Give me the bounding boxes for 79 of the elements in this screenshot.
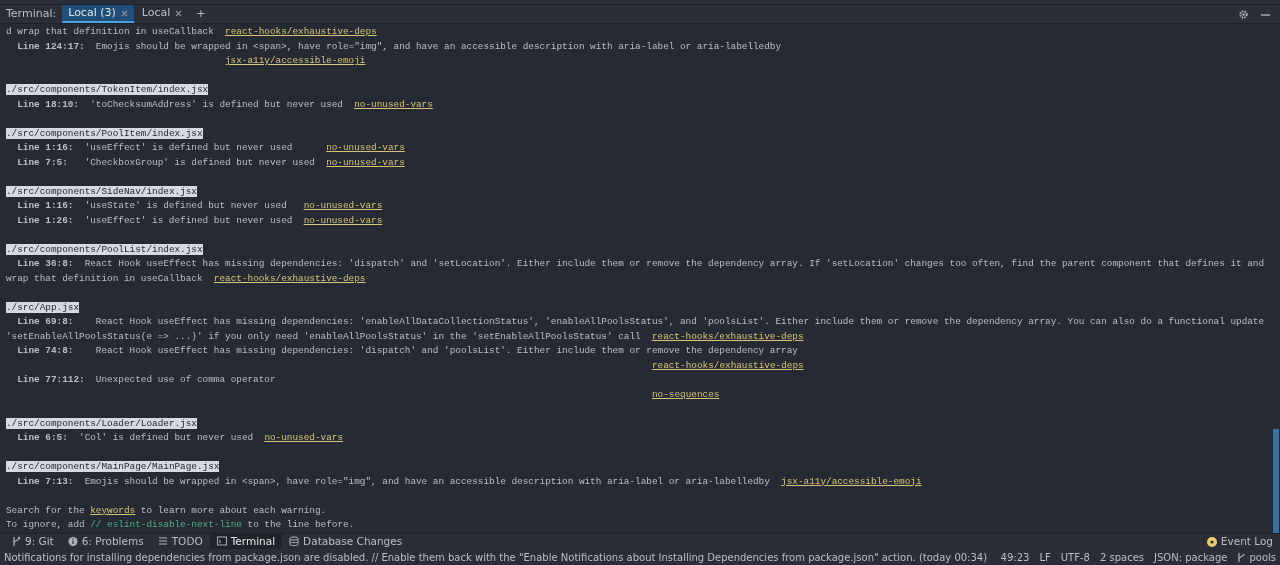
close-icon xyxy=(120,9,128,17)
rule-link[interactable]: react-hooks/exhaustive-deps xyxy=(651,330,804,342)
rule-link[interactable]: no-unused-vars xyxy=(303,200,383,211)
terminal-text: Emojis should be wrapped in <span>, have role="img", and have an accessible description with aria-label or aria-labelledby xyxy=(95,40,782,52)
notification-message: Notifications for installing dependencies from package.json are disabled. // Enable them back with the "Enable Notifications about Installing Dependencies from package.json" action. (today 00:34) xyxy=(4,550,989,565)
terminal-text: d wrap that definition in useCallback xyxy=(6,26,215,37)
line-number-label: Line 7:5: xyxy=(17,156,69,168)
database-icon xyxy=(289,536,300,547)
status-item[interactable]: JSON: package xyxy=(1154,549,1228,565)
rule-link[interactable]: react-hooks/exhaustive-deps xyxy=(225,26,377,37)
file-path: ./src/components/TokenItem/index.jsx xyxy=(6,84,209,95)
list-icon xyxy=(157,536,168,547)
rule-link[interactable]: no-unused-vars xyxy=(326,142,405,153)
terminal-text: Unexpected use of comma operator xyxy=(95,374,276,385)
terminal-icon xyxy=(216,536,227,547)
branch-icon xyxy=(11,536,21,547)
terminal-tab[interactable]: Local (3) xyxy=(62,5,134,23)
close-icon xyxy=(175,9,183,17)
line-number-label: Line 1:16: xyxy=(17,142,75,153)
rule-link[interactable]: jsx-a11y/accessible-emoji xyxy=(225,55,366,66)
terminal-tab[interactable]: Local xyxy=(135,5,189,23)
branch-widget[interactable]: pools xyxy=(1237,549,1276,565)
line-number-label: Line 1:26: xyxy=(17,214,75,226)
terminal-text: 'setEnableAllPoolsStatus(e => ...)' if you only need 'enableAllPoolsStatus' in the 'setEnableAllPoolsStatus' call xyxy=(6,330,642,342)
status-item[interactable]: 49:23 xyxy=(1000,549,1030,565)
terminal-text: Search for the xyxy=(6,504,86,516)
terminal-text: React Hook useEffect has missing dependencies: 'dispatch' and 'poolsList'. Either include them or remove the dependency array xyxy=(95,345,798,356)
file-path: ./src/components/MainPage/MainPage.jsx xyxy=(6,461,220,472)
tool-window-button[interactable]: TODO xyxy=(150,534,210,549)
code-comment: // eslint-disable-next-line xyxy=(90,519,242,530)
rule-link[interactable]: no-unused-vars xyxy=(303,214,383,226)
tool-window-button[interactable]: 6: Problems xyxy=(60,534,151,549)
branch-icon xyxy=(1237,552,1247,562)
terminal-text: wrap that definition in useCallback xyxy=(6,272,204,284)
terminal-text: 'Col' is defined but never used xyxy=(79,432,255,443)
file-path: ./src/components/Loader/Loader.jsx xyxy=(6,417,197,429)
terminal-text: 'useState' is defined but never used xyxy=(84,200,288,211)
settings-icon xyxy=(1238,8,1249,20)
terminal-text: to the line before. xyxy=(246,519,355,530)
status-item[interactable]: LF xyxy=(1039,549,1051,565)
rule-link[interactable]: jsx-a11y/accessible-emoji xyxy=(781,475,922,487)
file-path: ./src/components/PoolList/index.jsx xyxy=(6,243,203,255)
line-number-label: Line 7:13: xyxy=(17,475,75,487)
scrollbar-thumb[interactable] xyxy=(1273,429,1279,533)
tool-window-button[interactable]: 9: Git xyxy=(4,534,61,549)
rule-link[interactable]: no-unused-vars xyxy=(264,432,343,443)
rule-link[interactable]: no-unused-vars xyxy=(354,98,433,110)
rule-link[interactable]: keywords xyxy=(90,504,136,516)
line-number-label: Line 6:5: xyxy=(17,432,69,443)
terminal-text: 'useEffect' is defined but never used xyxy=(84,142,294,153)
line-number-label: Line 18:10: xyxy=(17,98,80,110)
file-path: ./src/App.jsx xyxy=(6,301,79,313)
rule-link[interactable]: react-hooks/exhaustive-deps xyxy=(652,359,804,371)
terminal-text: React Hook useEffect has missing dependencies: 'enableAllDataCollectionStatus', 'enableAllPoolsStatus', and 'poolsList'. Either include them or remove the dependency array. You can also do a functional update xyxy=(95,316,1265,327)
status-item[interactable]: 2 spaces xyxy=(1099,549,1144,565)
line-number-label: Line 69:8: xyxy=(17,316,75,327)
tool-window-button[interactable]: Terminal xyxy=(209,534,283,549)
terminal-label: Terminal: xyxy=(6,5,57,22)
line-number-label: Line 77:112: xyxy=(17,374,86,385)
terminal-text: to learn more about each warning. xyxy=(139,504,327,516)
terminal-text: React Hook useEffect has missing dependencies: 'dispatch' and 'setLocation'. Either include them or remove the dependency array. If 'setLocation' changes too often, find the parent component that defines it and xyxy=(84,258,1265,269)
line-number-label: Line 124:17: xyxy=(17,40,86,52)
file-path: ./src/components/PoolItem/index.jsx xyxy=(6,127,203,139)
file-path: ./src/components/SideNav/index.jsx xyxy=(6,185,197,197)
terminal-text: Emojis should be wrapped in <span>, have role="img", and have an accessible description with aria-label or aria-labelledby xyxy=(84,475,771,487)
rule-link[interactable]: no-sequences xyxy=(652,388,720,400)
line-number-label: Line 74:8: xyxy=(17,345,75,356)
terminal-text: 'useEffect' is defined but never used xyxy=(84,214,294,226)
event-log-button[interactable]: Event Log xyxy=(1199,534,1280,549)
line-number-label: Line 1:16: xyxy=(17,200,75,211)
rule-link[interactable]: react-hooks/exhaustive-deps xyxy=(213,272,366,284)
terminal-text: To ignore, add xyxy=(6,519,86,530)
tool-window-button[interactable]: Database Changes xyxy=(282,534,410,549)
terminal-text: 'toChecksumAddress' is defined but never used xyxy=(90,98,344,110)
rule-link[interactable]: no-unused-vars xyxy=(326,156,405,168)
status-item[interactable]: UTF-8 xyxy=(1060,549,1090,565)
add-tab-button[interactable]: + xyxy=(190,5,212,23)
line-number-label: Line 36:8: xyxy=(17,258,75,269)
terminal-text: 'CheckboxGroup' is defined but never used xyxy=(84,156,316,168)
